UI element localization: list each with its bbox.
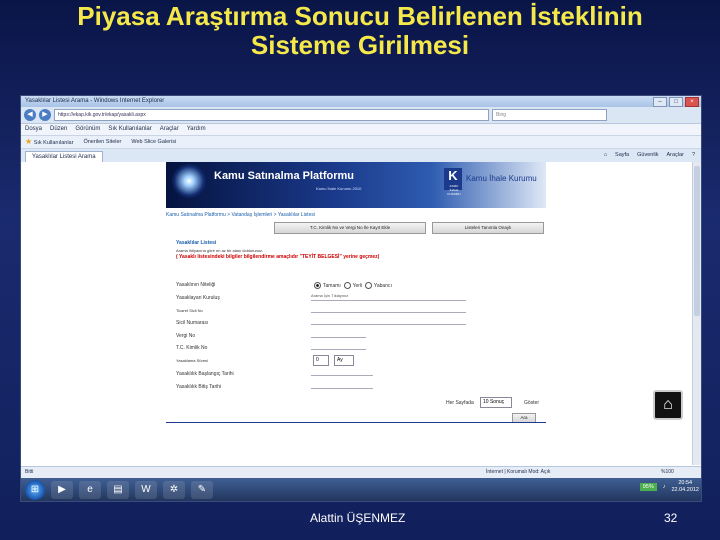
period-label: Yasaklama Süresi [176, 358, 208, 363]
menu-tools[interactable]: Araçlar [160, 124, 179, 135]
page-divider [166, 422, 546, 423]
period-unit-select[interactable]: Ay [334, 355, 354, 366]
company-label: Sicil Numarası [176, 320, 209, 326]
menu-edit[interactable]: Düzen [50, 124, 67, 135]
agency-label: Yasaklayan Kuruluş [176, 295, 220, 301]
status-bar: Bitti İnternet | Korumalı Mod: Açık %100 [21, 466, 701, 478]
radio-all[interactable] [314, 282, 321, 289]
start-date-field[interactable] [311, 368, 373, 376]
minimize-button[interactable]: – [653, 97, 667, 107]
page-content: Kamu Satınalma Platformu Kamu İhale Kuru… [21, 162, 693, 465]
radio-foreign[interactable] [364, 282, 372, 289]
menu-help[interactable]: Yardım [187, 124, 206, 135]
tab-yasaklilar[interactable]: Yasaklılar Listesi Arama [25, 150, 103, 163]
window-title: Yasaklılar Listesi Arama - Windows Inter… [25, 98, 165, 104]
site-brand-sub: Kamu İhale Kurumu 2010 [316, 186, 362, 191]
period-value-select[interactable]: 0 [313, 355, 329, 366]
maximize-button[interactable]: □ [669, 97, 683, 107]
per-page-suffix: Göster [524, 400, 540, 406]
explorer-folder-icon[interactable]: ▤ [107, 480, 129, 499]
company-field[interactable] [311, 317, 466, 325]
status-text: Bitti [25, 469, 34, 475]
site-brand: Kamu Satınalma Platformu [214, 170, 354, 182]
define-lists-button[interactable]: Listeleri Tanımla Onaylı [432, 222, 544, 234]
breadcrumb[interactable]: Kamu Satınalma Platformu > Vatandaş İşle… [166, 208, 546, 219]
site-banner: Kamu Satınalma Platformu Kamu İhale Kuru… [166, 162, 546, 208]
window-titlebar: Yasaklılar Listesi Arama - Windows Inter… [21, 96, 701, 107]
cmd-security[interactable]: Güvenlik [637, 150, 658, 161]
cmd-page[interactable]: Sayfa [615, 150, 629, 161]
volume-icon[interactable]: ♪ [663, 484, 666, 490]
home-icon[interactable]: ⌂ [653, 390, 683, 420]
type-radios: Tamamı Yerli Yabancı [314, 282, 392, 289]
suggested-sites-link[interactable]: Önerilen Siteler [83, 136, 121, 148]
zoom-level[interactable]: %100 [661, 467, 674, 478]
back-icon[interactable]: ◀ [24, 109, 36, 121]
cmd-tools[interactable]: Araçlar [667, 150, 684, 161]
tc-field[interactable] [311, 342, 366, 350]
web-slice-link[interactable]: Web Slice Galerisi [131, 136, 176, 148]
paint-icon[interactable]: ✎ [191, 480, 213, 499]
page-number: 32 [664, 511, 678, 525]
favorites-bar: ★ Sık Kullanılanlar Önerilen Siteler Web… [21, 136, 701, 149]
slide-footer: Alattin ÜŞENMEZ 32 [0, 508, 720, 528]
menu-favorites[interactable]: Sık Kullanılanlar [108, 124, 151, 135]
agency-field[interactable]: Arama İçin Tıklayınız [311, 293, 466, 301]
site-brand-right: Kamu İhale Kurumu [466, 174, 537, 183]
web-page: Kamu Satınalma Platformu Kamu İhale Kuru… [166, 162, 546, 432]
close-button[interactable]: × [685, 97, 699, 107]
end-date-field[interactable] [311, 381, 373, 389]
vertical-scrollbar[interactable] [692, 162, 701, 465]
home-cmd-icon[interactable]: ⌂ [604, 150, 607, 161]
per-page-label: Her Sayfada [446, 400, 474, 406]
network-icon[interactable]: ✲ [163, 480, 185, 499]
taskbar: ⊞ ▶ e ▤ W ✲ ✎ 95% ♪ 20:54 22.04.2012 [21, 478, 701, 501]
url-input[interactable]: https://ekap.kik.gov.tr/ekap/yasakli.asp… [54, 109, 489, 121]
browser-screenshot: Yasaklılar Listesi Arama - Windows Inter… [20, 95, 702, 502]
clock-date: 22.04.2012 [671, 487, 699, 493]
slide-title: Piyasa Araştırma Sonucu Belirlenen İstek… [77, 2, 643, 60]
tc-label: T.C. Kimlik No [176, 345, 208, 351]
type-label: Yasaklının Niteliği [176, 282, 216, 288]
clock-time: 20:54 [678, 480, 693, 486]
kik-logo-sub: KAMU İHALE KURUMU [447, 184, 461, 196]
radio-domestic[interactable] [343, 282, 351, 289]
forward-icon[interactable]: ▶ [39, 109, 51, 121]
media-player-icon[interactable]: ▶ [51, 480, 73, 499]
form-warning: ( Yasaklı listesindeki bilgiler bilgilen… [176, 254, 380, 260]
scroll-thumb[interactable] [694, 166, 700, 316]
add-by-tc-button[interactable]: T.C. Kimlik No ve Vergi No İle Kayıt Ekl… [274, 222, 426, 234]
globe-icon [172, 164, 206, 198]
per-page-select[interactable]: 10 Sonuç [480, 397, 512, 408]
battery-indicator[interactable]: 95% [639, 483, 657, 491]
tax-label: Vergi No [176, 333, 196, 339]
tab-row: Yasaklılar Listesi Arama ⌂ Sayfa Güvenli… [21, 149, 701, 163]
system-tray: 95% ♪ 20:54 22.04.2012 [639, 480, 699, 494]
star-icon: ★ [25, 137, 33, 146]
menu-view[interactable]: Görünüm [75, 124, 100, 135]
form-note: Arama ihtiyacına göre en az bir alanı do… [176, 248, 264, 253]
menu-bar: Dosya Düzen Görünüm Sık Kullanılanlar Ar… [21, 124, 701, 136]
registry-field[interactable] [311, 305, 466, 313]
zone-text: İnternet | Korumalı Mod: Açık [486, 469, 551, 475]
form-title: Yasaklılar Listesi [176, 240, 217, 246]
word-icon[interactable]: W [135, 480, 157, 499]
start-button[interactable]: ⊞ [25, 479, 45, 500]
start-date-label: Yasaklılık Başlangıç Tarihi [176, 371, 234, 377]
author-name: Alattin ÜŞENMEZ [310, 511, 406, 525]
clock[interactable]: 20:54 22.04.2012 [671, 480, 699, 494]
menu-file[interactable]: Dosya [25, 124, 42, 135]
search-input[interactable]: Bing [492, 109, 607, 121]
ie-icon[interactable]: e [79, 480, 101, 499]
favorites-item[interactable]: ★ Sık Kullanılanlar [25, 136, 73, 148]
tax-field[interactable] [311, 330, 366, 338]
registry-label: Ticaret Sicil No [176, 308, 203, 313]
help-icon[interactable]: ? [692, 150, 695, 161]
end-date-label: Yasaklılık Bitiş Tarihi [176, 384, 222, 390]
address-bar: ◀ ▶ https://ekap.kik.gov.tr/ekap/yasakli… [21, 107, 701, 124]
